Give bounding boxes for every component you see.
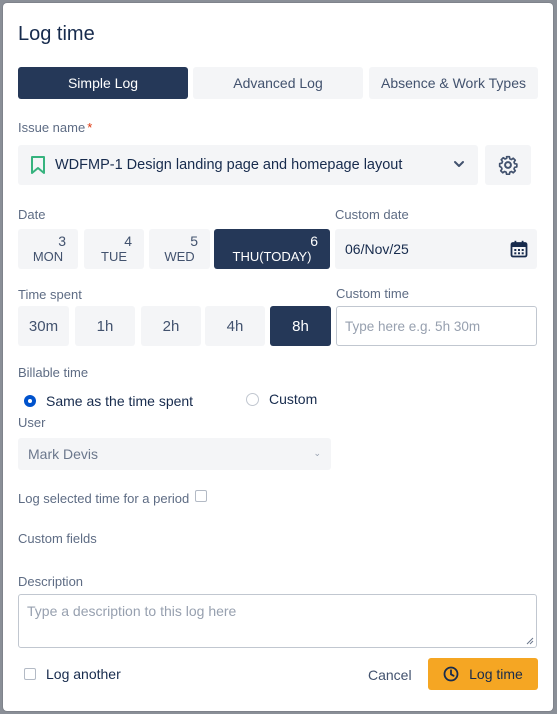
day-button-mon[interactable]: 3 MON — [18, 229, 78, 269]
tab-absence-work-types[interactable]: Absence & Work Types — [369, 67, 538, 99]
description-label: Description — [18, 574, 84, 589]
billable-same-label: Same as the time spent — [46, 393, 194, 409]
bookmark-icon — [30, 155, 46, 175]
billable-time-label: Billable time — [18, 365, 89, 380]
description-placeholder: Type a description to this log here — [27, 603, 237, 619]
log-time-button[interactable]: Log time — [428, 658, 538, 690]
day-number: 6 — [310, 233, 318, 249]
calendar-icon[interactable] — [510, 240, 528, 258]
billable-custom-label: Custom — [269, 391, 318, 407]
dialog-title: Log time — [18, 23, 95, 45]
day-name: THU(TODAY) — [232, 249, 312, 264]
time-option-30m[interactable]: 30m — [18, 306, 69, 346]
day-button-tue[interactable]: 4 TUE — [84, 229, 144, 269]
day-button-wed[interactable]: 5 WED — [149, 229, 210, 269]
chevron-down-icon — [454, 161, 464, 167]
custom-time-placeholder: Type here e.g. 5h 30m — [345, 318, 481, 334]
time-spent-label: Time spent — [18, 287, 82, 302]
log-another-label: Log another — [46, 666, 121, 682]
description-textarea[interactable]: Type a description to this log here — [18, 594, 537, 648]
day-number: 3 — [58, 233, 66, 249]
user-select[interactable]: Mark Devis ⌄ — [18, 438, 331, 470]
user-select-value: Mark Devis — [28, 446, 99, 462]
gear-icon — [498, 155, 518, 175]
radio-unselected-icon[interactable] — [246, 392, 259, 406]
time-option-1h[interactable]: 1h — [75, 306, 135, 346]
time-option-8h[interactable]: 8h — [270, 306, 331, 346]
custom-time-label: Custom time — [336, 286, 409, 301]
day-button-thu-today[interactable]: 6 THU(TODAY) — [214, 229, 330, 269]
user-label: User — [18, 415, 46, 430]
issue-select[interactable]: WDFMP-1 Design landing page and homepage… — [18, 145, 478, 185]
log-another-checkbox[interactable] — [24, 668, 36, 680]
day-name: TUE — [101, 249, 127, 264]
log-another-row[interactable]: Log another — [24, 666, 121, 682]
clock-icon — [443, 666, 459, 682]
log-time-button-label: Log time — [469, 666, 523, 682]
tab-simple-log[interactable]: Simple Log — [18, 67, 188, 99]
issue-name-label: Issue name * — [18, 120, 93, 135]
chevron-down-icon: ⌄ — [313, 448, 321, 458]
billable-same-option[interactable]: Same as the time spent — [24, 393, 193, 409]
date-label: Date — [18, 207, 46, 222]
day-name: MON — [32, 249, 64, 264]
log-period-checkbox[interactable] — [195, 489, 208, 502]
log-period-row: Log selected time for a period — [18, 489, 208, 506]
radio-selected-icon[interactable] — [24, 395, 36, 407]
day-name: WED — [164, 249, 195, 264]
custom-date-value: 06/Nov/25 — [345, 241, 409, 257]
day-number: 4 — [124, 233, 132, 249]
time-option-4h[interactable]: 4h — [205, 306, 265, 346]
log-period-label: Log selected time for a period — [18, 491, 190, 506]
billable-custom-option[interactable]: Custom — [246, 391, 317, 407]
resize-handle-icon[interactable] — [526, 637, 534, 645]
tab-advanced-log[interactable]: Advanced Log — [193, 67, 363, 99]
required-mark: * — [87, 120, 93, 135]
issue-select-value: WDFMP-1 Design landing page and homepage… — [55, 157, 403, 173]
issue-settings-button[interactable] — [485, 145, 531, 185]
time-option-2h[interactable]: 2h — [141, 306, 201, 346]
log-time-dialog: Log time Simple Log Advanced Log Absence… — [3, 3, 553, 711]
custom-date-input[interactable]: 06/Nov/25 — [335, 229, 537, 269]
custom-time-input[interactable]: Type here e.g. 5h 30m — [336, 306, 537, 346]
custom-date-label: Custom date — [335, 207, 409, 222]
custom-fields-label: Custom fields — [18, 531, 97, 546]
day-number: 5 — [190, 233, 198, 249]
cancel-button[interactable]: Cancel — [368, 667, 412, 683]
